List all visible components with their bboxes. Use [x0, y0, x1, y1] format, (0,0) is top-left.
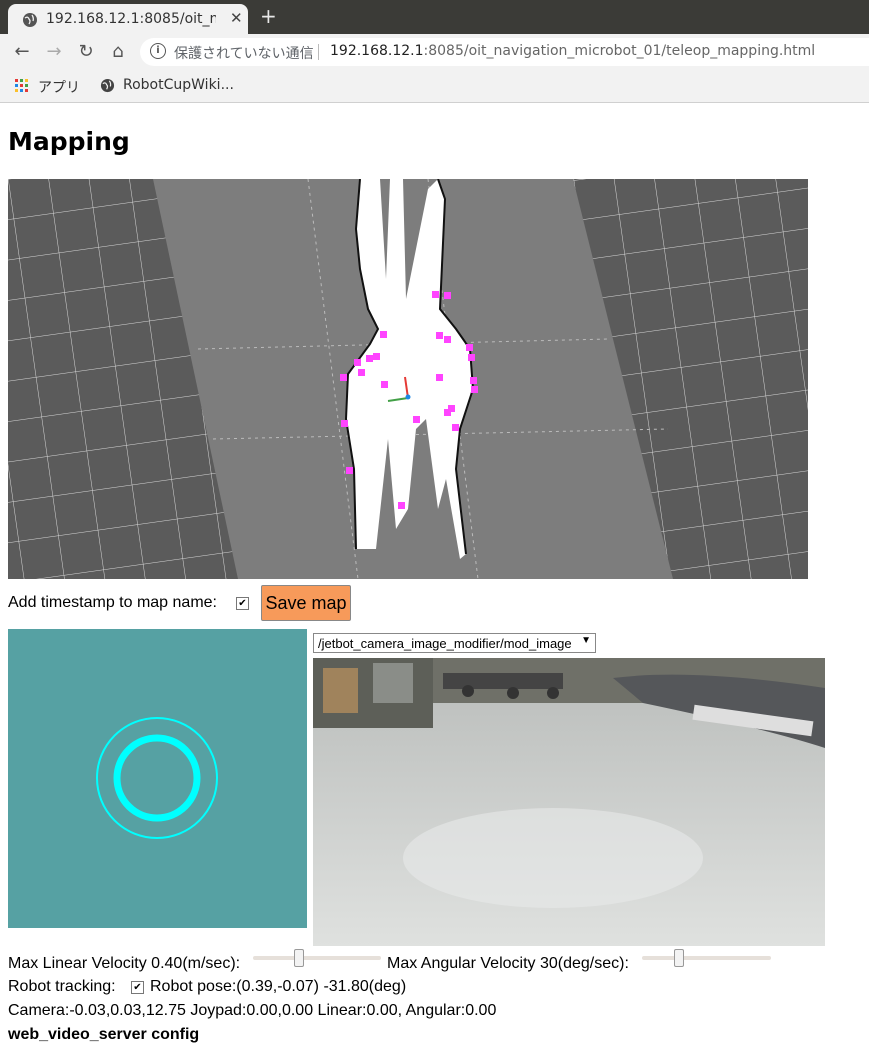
topic-select-value: /jetbot_camera_image_modifier/mod_image — [318, 636, 572, 651]
robot-tracking-label: Robot tracking: — [8, 978, 116, 995]
dropdown-arrow-icon: ▼ — [581, 635, 591, 646]
save-map-button[interactable]: Save map — [261, 585, 351, 621]
page-title: Mapping — [8, 127, 130, 156]
new-tab-icon[interactable]: + — [260, 5, 277, 27]
security-status: 保護されていない通信 — [174, 46, 314, 62]
back-icon[interactable]: ← — [10, 40, 34, 64]
map-viewer[interactable] — [8, 179, 808, 579]
camera-topic-select[interactable]: /jetbot_camera_image_modifier/mod_image … — [313, 633, 596, 653]
forward-icon[interactable]: → — [42, 40, 66, 64]
globe-icon — [23, 13, 37, 27]
globe-icon — [100, 78, 115, 93]
close-tab-icon[interactable]: ✕ — [230, 9, 243, 27]
max-angular-velocity-slider[interactable] — [642, 949, 771, 967]
timestamp-label: Add timestamp to map name: — [8, 594, 217, 611]
browser-tab[interactable]: 192.168.12.1:8085/oit_nav ✕ — [8, 4, 248, 34]
camera-image — [313, 658, 825, 946]
apps-grid-icon[interactable] — [15, 79, 28, 92]
reload-icon[interactable]: ↻ — [74, 40, 98, 64]
bookmark-apps[interactable]: アプリ — [38, 77, 80, 97]
browser-toolbar: ← → ↻ ⌂ i 保護されていない通信 192.168.12.1:8085/o… — [0, 34, 869, 70]
occupancy-grid-map — [8, 179, 808, 579]
camera-frame — [313, 658, 825, 946]
timestamp-checkbox[interactable]: ✔ — [236, 597, 249, 610]
url-text[interactable]: 192.168.12.1:8085/oit_navigation_microbo… — [330, 43, 815, 59]
url-path: :8085/oit_navigation_microbot_01/teleop_… — [423, 43, 816, 59]
joystick-rings — [96, 717, 218, 839]
home-icon[interactable]: ⌂ — [106, 40, 130, 64]
tab-title: 192.168.12.1:8085/oit_nav — [46, 11, 216, 27]
max-linear-velocity-slider[interactable] — [253, 949, 381, 967]
tab-strip: 192.168.12.1:8085/oit_nav ✕ + — [0, 0, 869, 34]
web-video-server-config-heading: web_video_server config — [8, 1026, 200, 1043]
bookmark-robotcupwiki[interactable]: RobotCupWiki... — [123, 77, 234, 93]
slider-track — [253, 956, 381, 960]
slider-thumb[interactable] — [294, 949, 304, 967]
bookmarks-bar: アプリ RobotCupWiki... — [0, 70, 869, 103]
status-line: Camera:-0.03,0.03,12.75 Joypad:0.00,0.00… — [8, 1002, 497, 1019]
slider-thumb[interactable] — [674, 949, 684, 967]
slider-track — [642, 956, 771, 960]
address-bar[interactable]: i 保護されていない通信 192.168.12.1:8085/oit_navig… — [140, 38, 869, 66]
divider — [318, 44, 319, 60]
max-linear-velocity-label: Max Linear Velocity 0.40(m/sec): — [8, 955, 241, 972]
robot-tracking-checkbox[interactable]: ✔ — [131, 981, 144, 994]
virtual-joystick[interactable] — [8, 629, 307, 928]
max-angular-velocity-label: Max Angular Velocity 30(deg/sec): — [387, 955, 629, 972]
url-host: 192.168.12.1 — [330, 43, 424, 59]
info-icon[interactable]: i — [150, 43, 166, 59]
robot-pose-text: Robot pose:(0.39,-0.07) -31.80(deg) — [150, 978, 407, 995]
